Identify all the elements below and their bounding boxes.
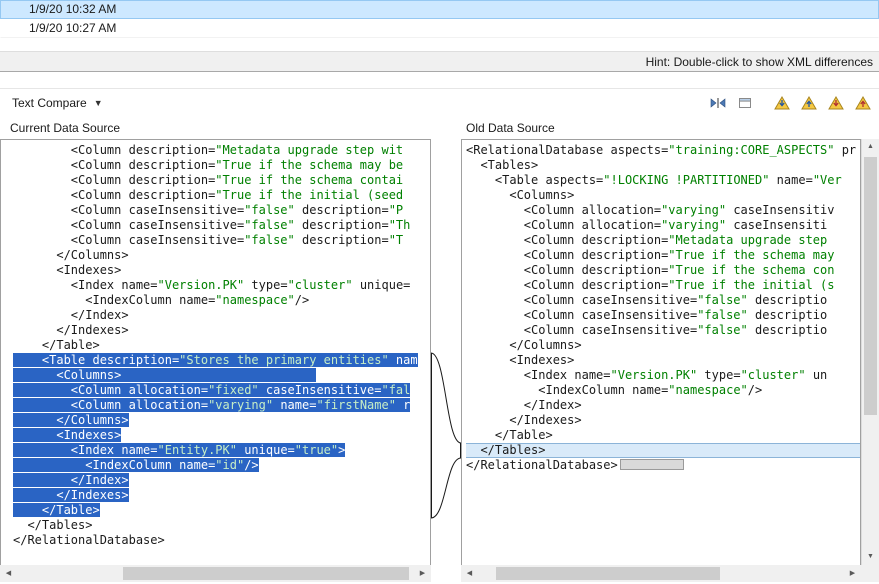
code-line: <Columns>: [13, 368, 430, 383]
history-item-label: 1/9/20 10:27 AM: [29, 21, 116, 35]
code-line: <Indexes>: [466, 353, 860, 368]
code-line: <Index name="Entity.PK" unique="true">: [13, 443, 430, 458]
code-line: </Columns>: [13, 413, 430, 428]
code-line: <Index name="Version.PK" type="cluster" …: [13, 278, 430, 293]
code-line: <Index name="Version.PK" type="cluster" …: [466, 368, 860, 383]
code-line: <Table description="Stores the primary e…: [13, 353, 430, 368]
code-line: <Column caseInsensitive="false" descript…: [466, 293, 860, 308]
code-line: <Column description="True if the schema …: [466, 248, 860, 263]
next-difference-icon[interactable]: [772, 94, 792, 112]
code-line: <IndexColumn name="id"/>: [13, 458, 430, 473]
code-line: <Column description="True if the schema …: [13, 173, 430, 188]
mirror-compare-icon[interactable]: [708, 94, 728, 112]
code-line: </RelationalDatabase>: [13, 533, 430, 548]
scrollbar-spacer: [431, 565, 461, 582]
panel-gap: [0, 72, 879, 89]
code-line: <Columns>: [466, 188, 860, 203]
hint-text: Hint: Double-click to show XML differenc…: [646, 55, 873, 69]
empty-range-box: [620, 459, 684, 470]
code-line: <Column allocation="fixed" caseInsensiti…: [13, 383, 430, 398]
code-line: </Table>: [13, 503, 430, 518]
code-line: </Table>: [13, 338, 430, 353]
scroll-up-icon[interactable]: ▲: [862, 139, 879, 155]
scrollbar-corner: [861, 565, 879, 582]
code-line: <Column caseInsensitive="false" descript…: [13, 233, 430, 248]
left-horizontal-thumb[interactable]: [123, 567, 409, 580]
right-horizontal-scrollbar[interactable]: ◀ ▶: [461, 565, 861, 582]
code-line: </Index>: [13, 308, 430, 323]
history-item-label: 1/9/20 10:32 AM: [29, 2, 116, 16]
diff-gutter: [431, 139, 461, 565]
previous-change-icon[interactable]: [853, 94, 873, 112]
left-horizontal-scrollbar[interactable]: ◀ ▶: [0, 565, 431, 582]
code-line: </Index>: [13, 473, 430, 488]
code-line: </Indexes>: [13, 488, 430, 503]
scroll-down-icon[interactable]: ▼: [862, 549, 879, 565]
code-line: <Column description="True if the schema …: [466, 263, 860, 278]
left-code-pane[interactable]: <Column description="Metadata upgrade st…: [0, 139, 431, 565]
code-line: <Column caseInsensitive="false" descript…: [466, 323, 860, 338]
scroll-left-icon[interactable]: ◀: [0, 565, 17, 582]
code-line: <IndexColumn name="namespace"/>: [466, 383, 860, 398]
code-line: </Columns>: [466, 338, 860, 353]
code-line: <Column description="True if the initial…: [13, 188, 430, 203]
code-line: <Column caseInsensitive="false" descript…: [466, 308, 860, 323]
code-line: </Tables>: [466, 443, 860, 458]
code-line: </Columns>: [13, 248, 430, 263]
next-change-icon[interactable]: [826, 94, 846, 112]
ancestor-pane-icon[interactable]: [735, 94, 755, 112]
left-code: <Column description="Metadata upgrade st…: [13, 143, 430, 548]
scroll-left-icon[interactable]: ◀: [461, 565, 478, 582]
code-line: <Indexes>: [13, 263, 430, 278]
compare-toolbar: Text Compare ▼: [0, 89, 879, 117]
chevron-down-icon: ▼: [94, 98, 103, 108]
code-line: </Tables>: [13, 518, 430, 533]
code-line: <Column caseInsensitive="false" descript…: [13, 218, 430, 233]
compare-mode-dropdown[interactable]: Text Compare ▼: [12, 96, 103, 110]
code-line: <Column description="Metadata upgrade st…: [466, 233, 860, 248]
diff-connector: [431, 139, 461, 565]
code-line: <RelationalDatabase aspects="training:CO…: [466, 143, 860, 158]
code-line: <Column caseInsensitive="false" descript…: [13, 203, 430, 218]
code-line: <Column description="Metadata upgrade st…: [13, 143, 430, 158]
code-line: </Table>: [466, 428, 860, 443]
toolbar-icons: [708, 94, 873, 112]
history-item[interactable]: 1/9/20 10:32 AM: [0, 0, 879, 19]
vertical-scrollbar[interactable]: ▲ ▼: [861, 139, 879, 565]
compare-mode-label: Text Compare: [12, 96, 87, 110]
right-pane-title: Old Data Source: [466, 121, 555, 135]
right-horizontal-thumb[interactable]: [496, 567, 720, 580]
scroll-right-icon[interactable]: ▶: [844, 565, 861, 582]
code-line: </Indexes>: [466, 413, 860, 428]
hint-bar: Hint: Double-click to show XML differenc…: [0, 51, 879, 72]
code-line: <Table aspects="!LOCKING !PARTITIONED" n…: [466, 173, 860, 188]
right-horizontal-track[interactable]: [478, 565, 844, 582]
previous-difference-icon[interactable]: [799, 94, 819, 112]
code-line: </Indexes>: [13, 323, 430, 338]
right-code-pane[interactable]: <RelationalDatabase aspects="training:CO…: [461, 139, 861, 565]
history-list: 1/9/20 10:32 AM 1/9/20 10:27 AM Hint: Do…: [0, 0, 879, 89]
vertical-scrollbar-track[interactable]: [862, 155, 879, 549]
left-pane-title: Current Data Source: [10, 121, 120, 135]
code-line: <Tables>: [466, 158, 860, 173]
pane-headers: Current Data Source Old Data Source: [0, 117, 879, 139]
code-line: <IndexColumn name="namespace"/>: [13, 293, 430, 308]
history-filler: [0, 38, 879, 51]
code-line: <Column allocation="varying" name="first…: [13, 398, 430, 413]
vertical-scrollbar-thumb[interactable]: [864, 157, 877, 415]
right-code: <RelationalDatabase aspects="training:CO…: [466, 143, 860, 473]
left-horizontal-track[interactable]: [17, 565, 414, 582]
code-line: <Column description="True if the initial…: [466, 278, 860, 293]
code-line: <Column description="True if the schema …: [13, 158, 430, 173]
compare-content: <Column description="Metadata upgrade st…: [0, 139, 879, 565]
history-item[interactable]: 1/9/20 10:27 AM: [0, 19, 879, 38]
bottom-scrollbars: ◀ ▶ ◀ ▶: [0, 565, 879, 582]
code-line: </Index>: [466, 398, 860, 413]
scroll-right-icon[interactable]: ▶: [414, 565, 431, 582]
code-line: </RelationalDatabase>: [466, 458, 860, 473]
code-line: <Column allocation="varying" caseInsensi…: [466, 203, 860, 218]
code-line: <Column allocation="varying" caseInsensi…: [466, 218, 860, 233]
code-line: <Indexes>: [13, 428, 430, 443]
